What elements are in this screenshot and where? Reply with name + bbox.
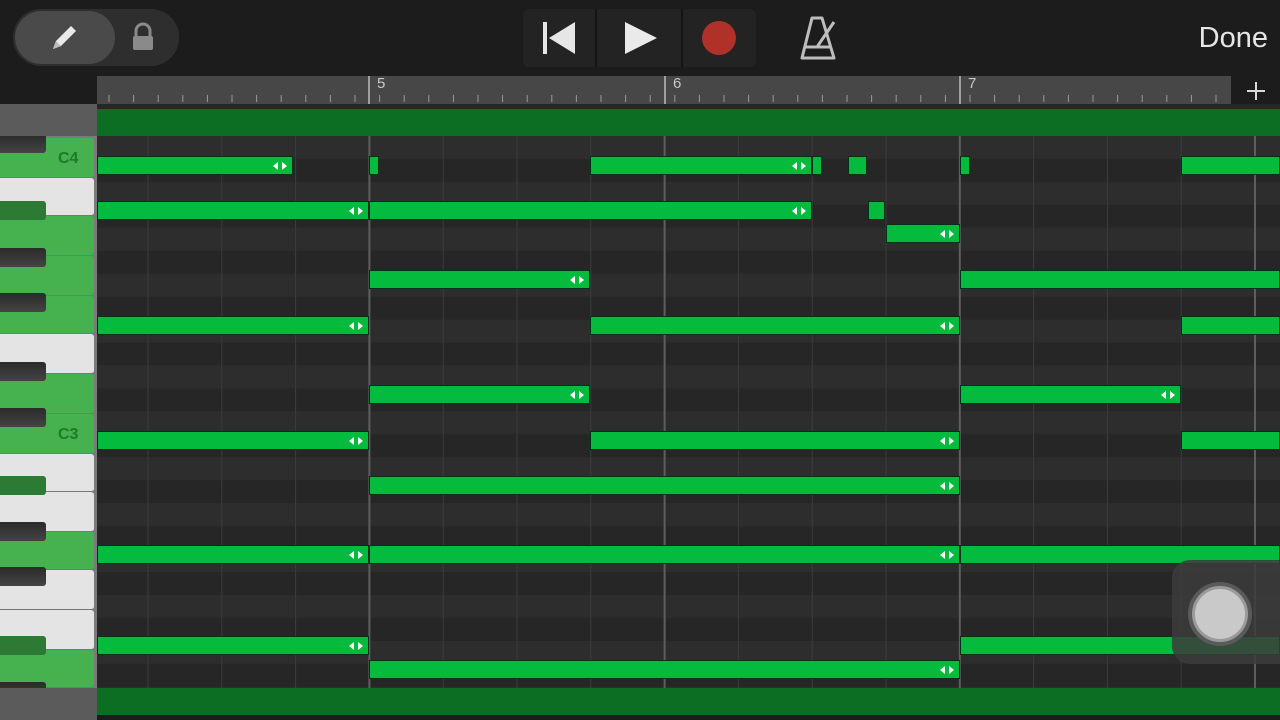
plus-icon bbox=[1247, 82, 1265, 100]
resize-handle-icon[interactable] bbox=[349, 206, 363, 216]
midi-note[interactable] bbox=[369, 156, 379, 175]
piano-roll-grid[interactable] bbox=[97, 136, 1280, 688]
resize-handle-icon[interactable] bbox=[570, 275, 584, 285]
bar-label-6: 6 bbox=[673, 75, 682, 92]
black-key[interactable] bbox=[0, 248, 46, 267]
grid-row bbox=[97, 342, 1280, 366]
black-key[interactable] bbox=[0, 408, 46, 427]
midi-note[interactable] bbox=[960, 156, 970, 175]
go-to-beginning-button[interactable] bbox=[523, 9, 595, 67]
black-key[interactable] bbox=[0, 201, 46, 220]
midi-note[interactable] bbox=[369, 545, 960, 564]
resize-handle-icon[interactable] bbox=[349, 641, 363, 651]
black-key[interactable] bbox=[0, 476, 46, 495]
lock-button[interactable] bbox=[123, 18, 163, 58]
metronome-icon bbox=[800, 16, 836, 60]
play-icon bbox=[625, 22, 657, 54]
scroll-control[interactable] bbox=[1172, 560, 1280, 664]
midi-note[interactable] bbox=[97, 201, 369, 220]
resize-handle-icon[interactable] bbox=[940, 665, 954, 675]
resize-handle-icon[interactable] bbox=[940, 321, 954, 331]
midi-note[interactable] bbox=[590, 156, 812, 175]
resize-handle-icon[interactable] bbox=[940, 229, 954, 239]
midi-note[interactable] bbox=[590, 431, 960, 450]
resize-handle-icon[interactable] bbox=[349, 321, 363, 331]
transport-controls bbox=[523, 9, 756, 67]
midi-note[interactable] bbox=[97, 636, 369, 655]
timeline-ruler[interactable] bbox=[97, 76, 1231, 104]
midi-note[interactable] bbox=[1181, 156, 1280, 175]
midi-note[interactable] bbox=[960, 385, 1181, 404]
add-button[interactable] bbox=[1240, 77, 1272, 105]
keyboard-footer bbox=[0, 688, 97, 720]
pencil-icon bbox=[53, 26, 76, 49]
region-header-top[interactable] bbox=[97, 109, 1280, 136]
grid-row bbox=[97, 595, 1280, 618]
resize-handle-icon[interactable] bbox=[792, 161, 806, 171]
black-key[interactable] bbox=[0, 567, 46, 586]
black-key[interactable] bbox=[0, 293, 46, 312]
midi-note[interactable] bbox=[369, 270, 590, 289]
midi-note[interactable] bbox=[369, 660, 960, 679]
midi-note[interactable] bbox=[97, 316, 369, 335]
go-to-beginning-icon bbox=[543, 22, 575, 54]
resize-handle-icon[interactable] bbox=[1161, 390, 1175, 400]
bar-label-7: 7 bbox=[968, 75, 977, 92]
midi-note[interactable] bbox=[848, 156, 867, 175]
midi-note[interactable] bbox=[812, 156, 822, 175]
midi-note[interactable] bbox=[97, 431, 369, 450]
resize-handle-icon[interactable] bbox=[940, 550, 954, 560]
done-button[interactable]: Done bbox=[1199, 18, 1268, 58]
ruler-ticks bbox=[108, 76, 1217, 104]
record-button[interactable] bbox=[683, 9, 756, 67]
black-key[interactable] bbox=[0, 362, 46, 381]
piano-keyboard[interactable]: C4 C3 bbox=[0, 136, 97, 688]
midi-note[interactable] bbox=[590, 316, 960, 335]
resize-handle-icon[interactable] bbox=[940, 481, 954, 491]
grid-row bbox=[97, 572, 1280, 595]
region-header-bottom[interactable] bbox=[97, 688, 1280, 715]
edit-tool-group bbox=[13, 9, 179, 66]
play-button[interactable] bbox=[597, 9, 681, 67]
resize-handle-icon[interactable] bbox=[792, 206, 806, 216]
midi-note[interactable] bbox=[1181, 431, 1280, 450]
resize-handle-icon[interactable] bbox=[940, 436, 954, 446]
midi-note[interactable] bbox=[369, 201, 812, 220]
black-key[interactable] bbox=[0, 636, 46, 655]
lock-icon bbox=[133, 22, 153, 50]
metronome-button[interactable] bbox=[796, 14, 840, 62]
resize-handle-icon[interactable] bbox=[273, 161, 287, 171]
record-icon bbox=[702, 21, 736, 55]
black-key[interactable] bbox=[0, 522, 46, 541]
key-label-c4: C4 bbox=[58, 150, 79, 167]
midi-note[interactable] bbox=[369, 476, 960, 495]
black-key[interactable] bbox=[0, 136, 46, 153]
grid-row bbox=[97, 227, 1280, 251]
midi-note[interactable] bbox=[886, 224, 960, 243]
grid-row bbox=[97, 503, 1280, 527]
keyboard-header bbox=[0, 104, 97, 136]
resize-handle-icon[interactable] bbox=[570, 390, 584, 400]
toolbar: Done bbox=[0, 0, 1280, 76]
midi-note[interactable] bbox=[97, 156, 293, 175]
pencil-button[interactable] bbox=[15, 11, 115, 64]
midi-note[interactable] bbox=[868, 201, 885, 220]
midi-note[interactable] bbox=[97, 545, 369, 564]
key-label-c3: C3 bbox=[58, 426, 79, 443]
scroll-knob[interactable] bbox=[1192, 586, 1248, 642]
midi-note[interactable] bbox=[960, 270, 1280, 289]
midi-note[interactable] bbox=[369, 385, 590, 404]
midi-note[interactable] bbox=[1181, 316, 1280, 335]
bar-label-5: 5 bbox=[377, 75, 386, 92]
resize-handle-icon[interactable] bbox=[349, 436, 363, 446]
resize-handle-icon[interactable] bbox=[349, 550, 363, 560]
